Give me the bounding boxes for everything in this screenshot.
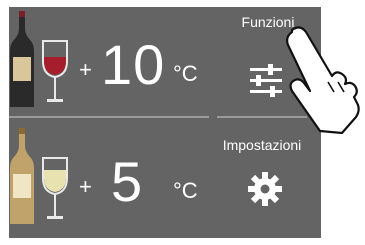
settings-button[interactable]: Impostazioni (214, 125, 314, 225)
white-wine-zone[interactable]: + 5 °C (9, 124, 209, 232)
pointing-hand-icon (286, 26, 360, 134)
red-zone-unit: °C (173, 61, 198, 86)
plus-sign: + (79, 57, 92, 82)
white-zone-unit: °C (173, 178, 198, 203)
red-zone-temperature: 10 (101, 33, 166, 96)
gear-icon (248, 172, 282, 206)
red-wine-bottle-glass-icon (10, 11, 68, 107)
white-wine-bottle-glass-icon (10, 128, 68, 224)
red-wine-zone[interactable]: + 10 °C (9, 7, 209, 115)
plus-sign: + (79, 174, 92, 199)
zone-divider (9, 116, 209, 118)
white-zone-temperature: 5 (111, 150, 144, 213)
settings-label: Impostazioni (222, 137, 302, 153)
